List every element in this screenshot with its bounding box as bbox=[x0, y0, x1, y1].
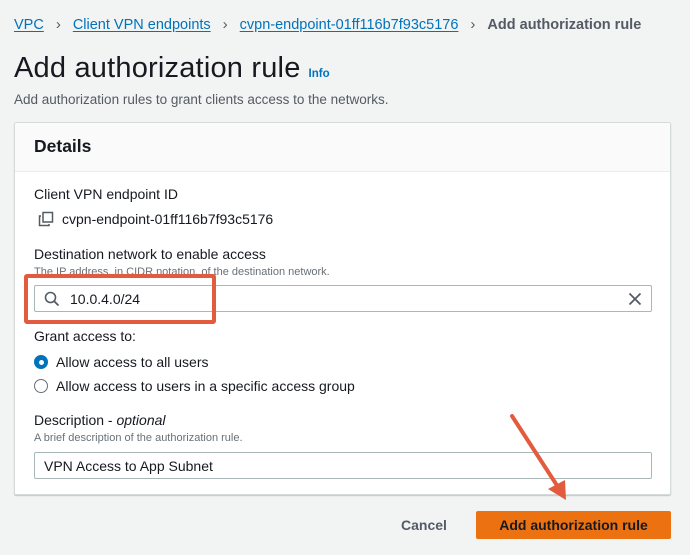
radio-specific-group-label: Allow access to users in a specific acce… bbox=[56, 378, 355, 394]
breadcrumb-client-vpn-endpoints[interactable]: Client VPN endpoints bbox=[73, 17, 211, 33]
breadcrumb: VPC › Client VPN endpoints › cvpn-endpoi… bbox=[14, 16, 641, 33]
radio-all-users[interactable]: Allow access to all users bbox=[34, 354, 209, 370]
breadcrumb-endpoint[interactable]: cvpn-endpoint-01ff116b7f93c5176 bbox=[240, 17, 459, 33]
page-title: Add authorization rule bbox=[14, 52, 301, 84]
radio-checked-icon[interactable] bbox=[34, 355, 48, 369]
radio-unchecked-icon[interactable] bbox=[34, 379, 48, 393]
chevron-right-icon: › bbox=[222, 16, 228, 33]
search-icon bbox=[44, 291, 60, 306]
radio-specific-group[interactable]: Allow access to users in a specific acce… bbox=[34, 378, 355, 394]
description-label-text: Description - bbox=[34, 412, 117, 428]
description-hint: A brief description of the authorization… bbox=[34, 432, 243, 444]
title-row: Add authorization rule Info bbox=[14, 52, 330, 85]
endpoint-id-label: Client VPN endpoint ID bbox=[34, 186, 178, 202]
breadcrumb-current: Add authorization rule bbox=[487, 16, 642, 33]
description-label: Description - optional bbox=[34, 412, 166, 428]
description-input[interactable]: VPN Access to App Subnet bbox=[34, 452, 652, 479]
description-input-value[interactable]: VPN Access to App Subnet bbox=[44, 458, 213, 474]
info-link[interactable]: Info bbox=[309, 68, 330, 80]
panel-title: Details bbox=[34, 136, 92, 156]
destination-input-value[interactable]: 10.0.4.0/24 bbox=[70, 291, 140, 307]
grant-access-label: Grant access to: bbox=[34, 328, 136, 344]
radio-all-users-label: Allow access to all users bbox=[56, 354, 209, 370]
description-optional: optional bbox=[116, 412, 166, 428]
add-authorization-rule-button[interactable]: Add authorization rule bbox=[476, 511, 671, 539]
destination-hint: The IP address, in CIDR notation, of the… bbox=[34, 266, 330, 278]
destination-input[interactable]: 10.0.4.0/24 bbox=[34, 285, 652, 312]
chevron-right-icon: › bbox=[470, 16, 476, 33]
destination-label: Destination network to enable access bbox=[34, 246, 266, 262]
page-description: Add authorization rules to grant clients… bbox=[14, 92, 389, 107]
copy-icon[interactable] bbox=[38, 211, 54, 227]
panel-header: Details bbox=[15, 123, 670, 172]
cancel-button[interactable]: Cancel bbox=[392, 511, 456, 539]
endpoint-id-row: cvpn-endpoint-01ff116b7f93c5176 bbox=[38, 211, 273, 227]
endpoint-id-value: cvpn-endpoint-01ff116b7f93c5176 bbox=[62, 211, 274, 227]
chevron-right-icon: › bbox=[55, 16, 61, 33]
clear-icon[interactable] bbox=[628, 292, 642, 306]
breadcrumb-vpc[interactable]: VPC bbox=[14, 17, 44, 33]
